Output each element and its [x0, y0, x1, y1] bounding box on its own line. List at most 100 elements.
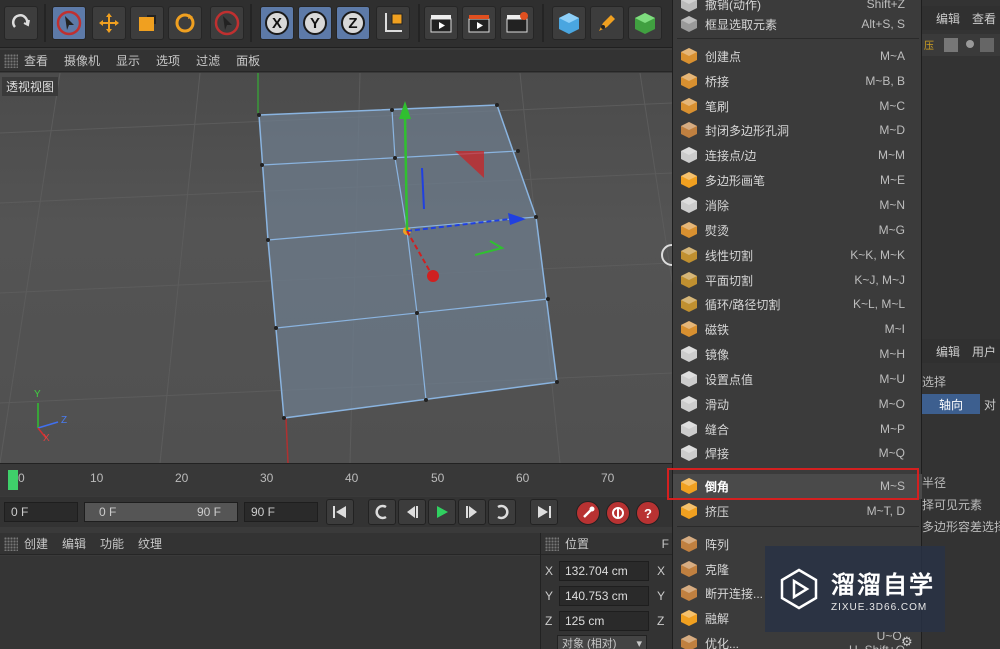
timeline-tick: 20: [175, 471, 189, 485]
perspective-viewport[interactable]: 透视视图 Y Z X: [0, 73, 672, 463]
menu-item-brush[interactable]: 笔刷 M~C: [673, 94, 923, 119]
coordinate-mode-dropdown[interactable]: 对象 (相对) ▾: [557, 635, 647, 649]
previous-frame-button[interactable]: [398, 499, 426, 525]
menu-item-polygon-pen[interactable]: 多边形画笔 M~E: [673, 168, 923, 193]
viewport-menu-options[interactable]: 选项: [156, 52, 180, 69]
viewport-title[interactable]: 透视视图: [2, 77, 59, 96]
attribute-tab-axis[interactable]: 轴向: [922, 394, 980, 414]
next-frame-button[interactable]: [458, 499, 486, 525]
menu-item-frame[interactable]: 框显选取元素 Alt+S, S: [673, 12, 923, 37]
menu-item-dissolve[interactable]: 消除 M~N: [673, 193, 923, 218]
viewport-menu-view[interactable]: 查看: [24, 52, 48, 69]
menu-item-magnet[interactable]: 磁铁 M~I: [673, 317, 923, 342]
viewport-menu-panel[interactable]: 面板: [236, 52, 260, 69]
menu-item-optimize[interactable]: 优化...U~O, U~Shift+O: [673, 629, 923, 649]
go-to-start-button[interactable]: [326, 499, 354, 525]
object-menu-edit[interactable]: 编辑: [936, 10, 960, 27]
menu-item-stitch[interactable]: 缝合 M~P: [673, 417, 923, 442]
rotate-tool-button[interactable]: [168, 6, 202, 40]
select-tool-button[interactable]: [52, 6, 86, 40]
material-menu-edit[interactable]: 编辑: [62, 535, 86, 552]
timeline[interactable]: 0 10 20 30 40 50 60 70: [0, 463, 672, 496]
timeline-ruler[interactable]: 0 10 20 30 40 50 60 70: [0, 468, 672, 492]
render-view-button[interactable]: [424, 6, 458, 40]
move-tool-button[interactable]: [92, 6, 126, 40]
menu-item-set-value[interactable]: 设置点值 M~U: [673, 367, 923, 392]
position-z-field[interactable]: 125 cm: [559, 611, 649, 631]
live-select-button[interactable]: [210, 6, 244, 40]
render-settings-button[interactable]: [500, 6, 534, 40]
coord-label: Z: [657, 614, 665, 628]
position-y-field[interactable]: 140.753 cm: [559, 586, 649, 606]
material-area[interactable]: [0, 556, 540, 649]
menu-item-label: 连接点/边: [705, 148, 757, 163]
polygon-pen-icon: [679, 171, 699, 189]
material-menu-create[interactable]: 创建: [24, 535, 48, 552]
attribute-menu-edit[interactable]: 编辑: [936, 343, 960, 360]
menu-item-shortcut: K~L, M~L: [852, 297, 905, 312]
material-menu-texture[interactable]: 纹理: [138, 535, 162, 552]
brush-icon: [679, 97, 699, 115]
position-x-field[interactable]: 132.704 cm: [559, 561, 649, 581]
viewport-menu-camera[interactable]: 摄像机: [64, 52, 100, 69]
gear-icon[interactable]: ⚙: [901, 634, 913, 649]
keyframe-help-button[interactable]: ?: [636, 501, 660, 525]
play-button[interactable]: [428, 499, 456, 525]
menu-item-weld[interactable]: 焊接 M~Q: [673, 441, 923, 466]
frame-range-slider[interactable]: 0 F 90 F: [84, 502, 238, 522]
z-axis-toggle[interactable]: Z: [336, 6, 370, 40]
menu-item-shortcut: M~E: [879, 173, 905, 188]
menu-item-plane-cut[interactable]: 平面切割 K~J, M~J: [673, 268, 923, 293]
autokey-button[interactable]: [606, 501, 630, 525]
menu-item-knife[interactable]: 线性切割 K~K, M~K: [673, 243, 923, 268]
pen-spline-button[interactable]: [590, 6, 624, 40]
menu-item-mirror[interactable]: 镜像 M~H: [673, 342, 923, 367]
attribute-menu-user[interactable]: 用户: [972, 343, 996, 360]
redo-button[interactable]: [4, 6, 38, 40]
highlight-annotation-box: [667, 468, 919, 500]
menu-item-bridge[interactable]: 桥接 M~B, B: [673, 69, 923, 94]
viewport-menu-display[interactable]: 显示: [116, 52, 140, 69]
menu-item-label: 循环/路径切割: [705, 297, 781, 312]
max-frame-field[interactable]: 90 F: [244, 502, 318, 522]
menu-item-label: 笔刷: [705, 99, 730, 114]
viewport-menu-filter[interactable]: 过滤: [196, 52, 220, 69]
scale-tool-button[interactable]: [130, 6, 164, 40]
grip-icon[interactable]: [4, 536, 18, 551]
menu-item-extrude[interactable]: 挤压 M~T, D: [673, 499, 923, 524]
coord-row-z: Z 125 cm Z: [545, 611, 671, 631]
cube-object-button[interactable]: [552, 6, 586, 40]
render-to-picture-viewer-button[interactable]: [462, 6, 496, 40]
x-axis-toggle[interactable]: X: [260, 6, 294, 40]
object-menu-view[interactable]: 查看: [972, 10, 996, 27]
menu-item-create-point[interactable]: 创建点 M~A: [673, 44, 923, 69]
optimize-icon: [679, 634, 699, 649]
y-axis-toggle[interactable]: Y: [298, 6, 332, 40]
toolbar-separator: [250, 4, 252, 42]
material-menu-function[interactable]: 功能: [100, 535, 124, 552]
coordinate-mode-value: 对象 (相对): [562, 638, 617, 649]
coordinate-system-button[interactable]: [376, 6, 410, 40]
menu-item-close-hole[interactable]: 封闭多边形孔洞 M~D: [673, 118, 923, 143]
step-forward-icon: [466, 506, 477, 518]
attribute-tab-other[interactable]: 对: [980, 394, 1000, 414]
previous-key-button[interactable]: [368, 499, 396, 525]
record-button[interactable]: [576, 501, 600, 525]
magnet-icon: [679, 320, 699, 338]
playhead[interactable]: [8, 470, 18, 490]
subdivision-button[interactable]: [628, 6, 662, 40]
go-to-end-button[interactable]: [530, 499, 558, 525]
viewport-menu-bar: 查看 摄像机 显示 选项 过滤 面板: [0, 50, 672, 72]
next-key-button[interactable]: [488, 499, 516, 525]
current-frame-field[interactable]: 0 F: [4, 502, 78, 522]
menu-item-slide[interactable]: 滑动 M~O: [673, 392, 923, 417]
cube-icon: [559, 13, 579, 34]
object-row[interactable]: 压: [922, 34, 1000, 56]
grip-icon[interactable]: [4, 53, 18, 68]
menu-item-loop-cut[interactable]: 循环/路径切割 K~L, M~L: [673, 292, 923, 317]
menu-item-connect[interactable]: 连接点/边 M~M: [673, 143, 923, 168]
menu-item-iron[interactable]: 熨烫 M~G: [673, 218, 923, 243]
menu-item-label: 消除: [705, 198, 730, 213]
grip-icon[interactable]: [545, 536, 559, 551]
menu-item-label: 熨烫: [705, 223, 730, 238]
